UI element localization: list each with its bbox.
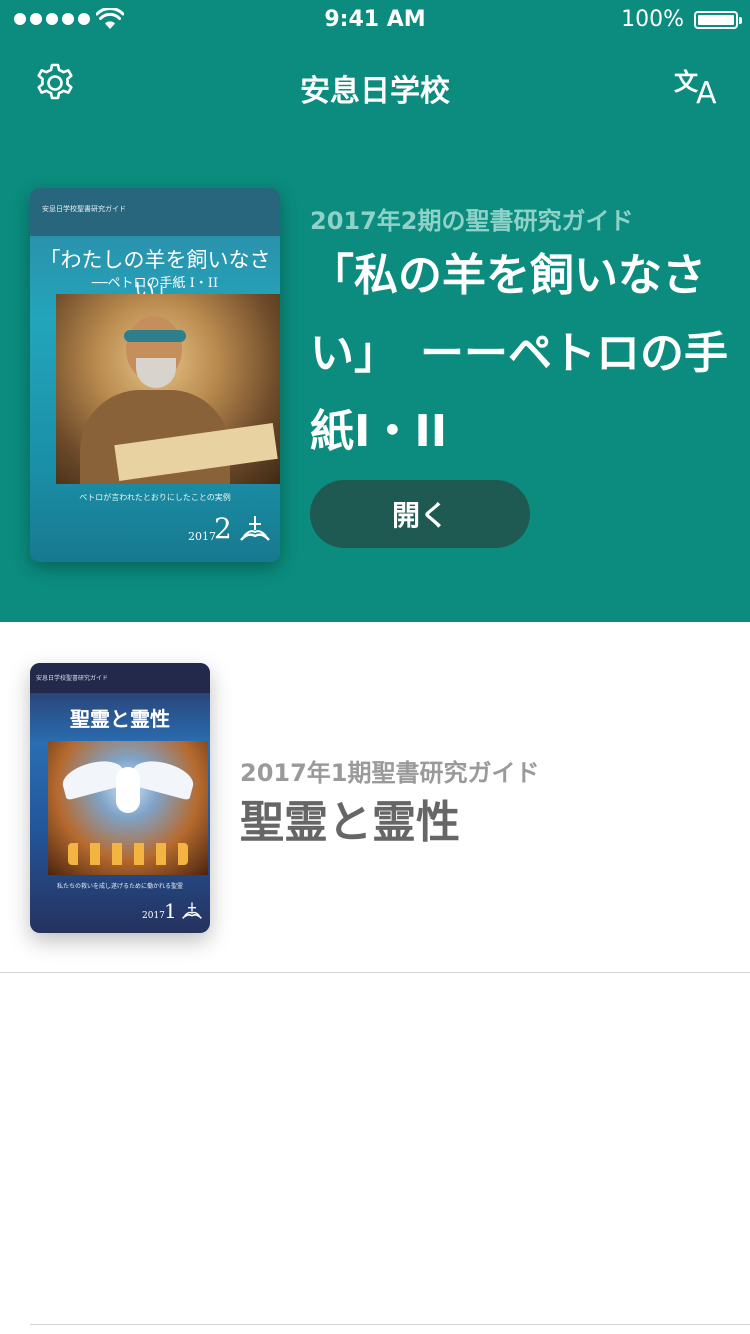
battery-icon (694, 11, 742, 29)
navigation-bar: 安息日学校 文 A (0, 40, 750, 128)
cover-caption: ペトロが言われたとおりにしたことの実例 (79, 493, 231, 502)
quarterly-cover[interactable]: 安息日学校聖書研究ガイド 聖霊と霊性 私たちの救いを成し遂げるために働かれる聖霊… (30, 663, 210, 933)
status-bar: 9:41 AM 100% (0, 0, 750, 40)
cover-caption: 私たちの救いを成し遂げるために働かれる聖霊 (56, 883, 183, 890)
church-logo-icon (182, 902, 202, 919)
cover-illustration (48, 741, 208, 875)
cover-subtitle: ──ペトロの手紙 I・II (91, 276, 219, 291)
cover-illustration (56, 294, 280, 484)
cover-issue-number: 2 (214, 512, 232, 545)
translate-icon: 文 A (674, 68, 717, 111)
quarterly-title: 聖霊と霊性 (240, 797, 460, 848)
language-button[interactable]: 文 A (672, 60, 722, 111)
cover-series-label: 安息日学校聖書研究ガイド (42, 205, 126, 213)
church-logo-icon (240, 516, 270, 541)
quarterly-list-item[interactable]: 安息日学校聖書研究ガイド 聖霊と霊性 私たちの救いを成し遂げるために働かれる聖霊… (0, 622, 750, 972)
battery-percentage: 100% (621, 7, 684, 32)
featured-quarter-title: 「私の羊を飼いなさい」 ーーペトロの手紙I・II (310, 250, 728, 457)
featured-quarterly-cover[interactable]: 安息日学校聖書研究ガイド 「わたしの羊を飼いなさい」 ──ペトロの手紙 I・II… (30, 188, 280, 562)
featured-header: 9:41 AM 100% 安息日学校 文 A 安息日学校聖書研究ガイド 「わたし… (0, 0, 750, 622)
list-divider (30, 1324, 750, 1325)
quarterly-quarter-label: 2017年1期聖書研究ガイド (240, 759, 540, 787)
featured-quarter-label: 2017年2期の聖書研究ガイド (310, 207, 634, 235)
cover-year: 2017 (142, 911, 165, 921)
cover-year: 2017 (188, 530, 216, 543)
cover-series-label: 安息日学校聖書研究ガイド (36, 675, 109, 682)
open-button[interactable]: 開く (310, 480, 530, 548)
cover-title: 聖霊と霊性 (70, 707, 170, 731)
list-divider (0, 972, 750, 973)
page-title: 安息日学校 (300, 74, 450, 109)
cover-issue-number: 1 (164, 899, 177, 923)
